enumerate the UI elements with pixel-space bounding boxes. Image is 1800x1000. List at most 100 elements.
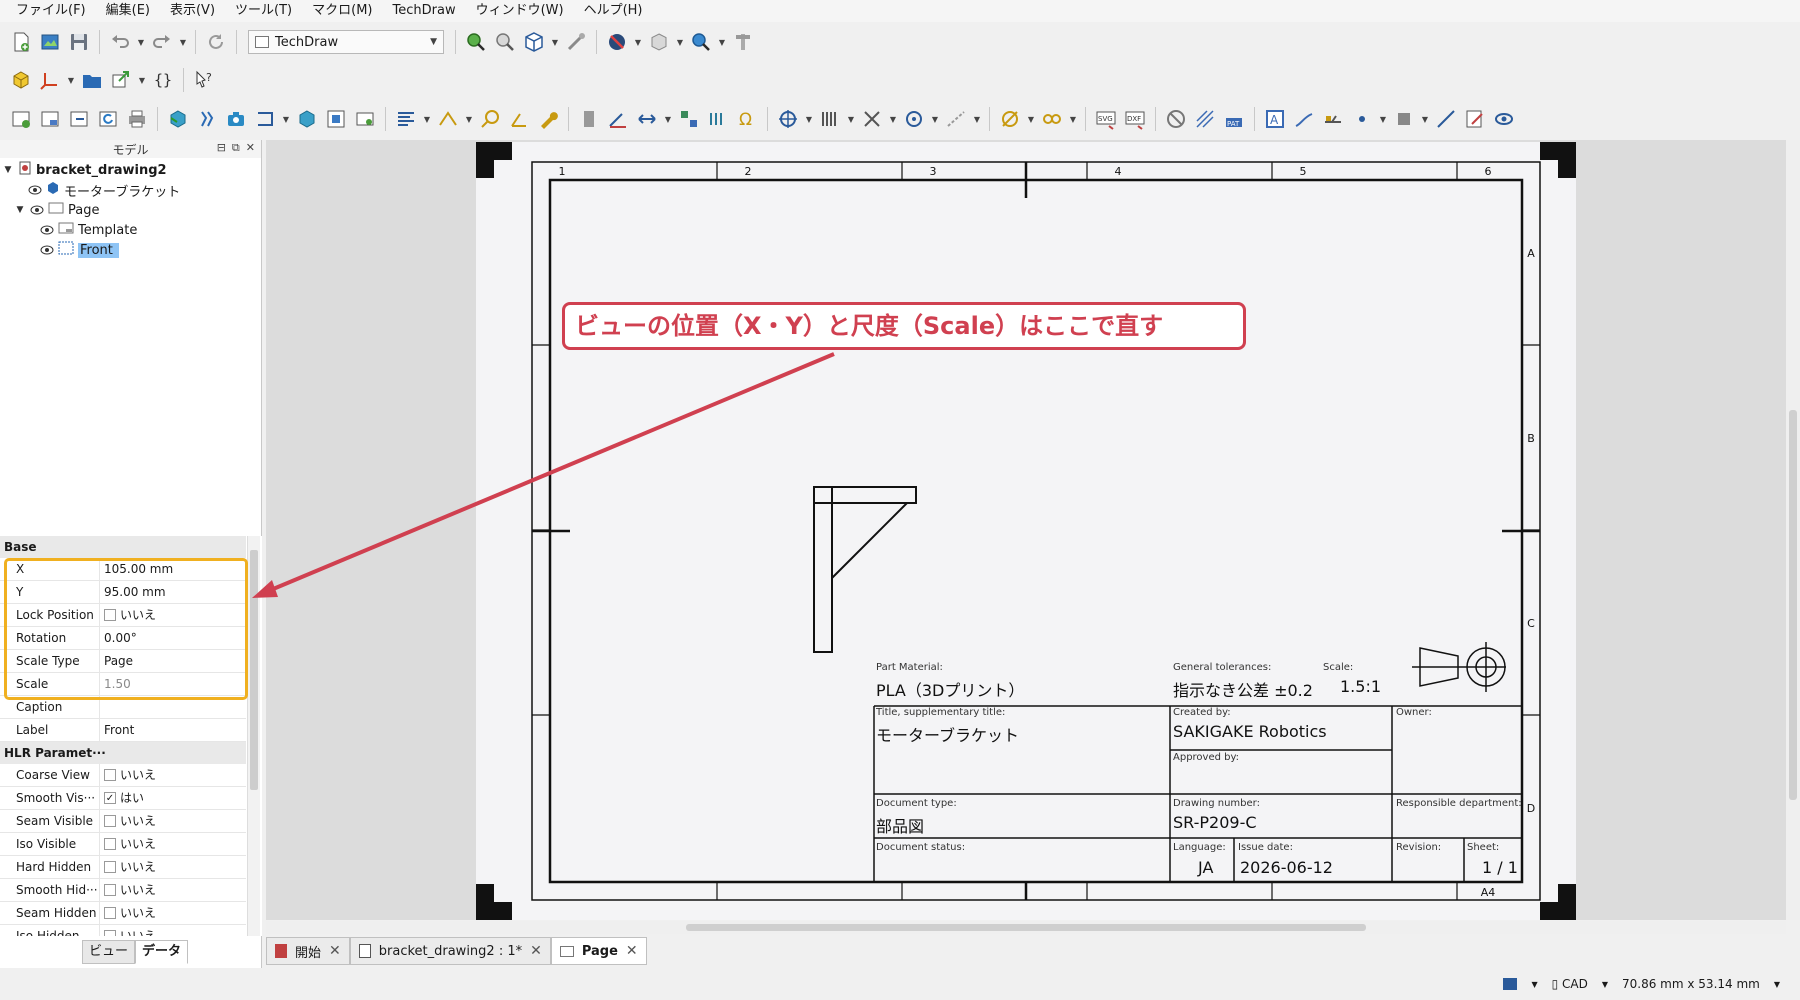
open-document-icon[interactable] xyxy=(37,29,63,55)
toggle-frames-icon[interactable] xyxy=(1163,106,1189,132)
checkbox[interactable] xyxy=(104,907,116,919)
prop-value[interactable]: いいえ xyxy=(100,833,246,855)
omega-icon[interactable]: Ω xyxy=(734,106,760,132)
eye-icon[interactable] xyxy=(40,223,54,237)
diameter-icon[interactable] xyxy=(997,106,1023,132)
leader-icon[interactable] xyxy=(605,106,631,132)
insert-view-icon[interactable] xyxy=(165,106,191,132)
prop-value[interactable]: Page xyxy=(100,650,246,672)
scroll-thumb[interactable] xyxy=(1789,410,1797,800)
cosmetic-cross-icon[interactable] xyxy=(859,106,885,132)
checkbox[interactable] xyxy=(104,769,116,781)
print-page-icon[interactable] xyxy=(124,106,150,132)
new-page-icon[interactable] xyxy=(8,106,34,132)
menu-help[interactable]: ヘルプ(H) xyxy=(574,0,653,22)
checkbox[interactable] xyxy=(104,884,116,896)
workbench-selector[interactable]: TechDraw ▼ xyxy=(248,30,444,54)
checkbox[interactable] xyxy=(104,930,116,936)
prop-value[interactable]: ✓ はい xyxy=(100,787,246,809)
weld-symbol-icon[interactable] xyxy=(1320,106,1346,132)
fit-selection-icon[interactable] xyxy=(492,29,518,55)
broken-view-icon[interactable] xyxy=(194,106,220,132)
chevron-down-icon[interactable]: ▼ xyxy=(1774,980,1780,989)
align-dropdown-icon[interactable]: ▼ xyxy=(422,106,432,132)
midpoint-dropdown-icon[interactable]: ▼ xyxy=(1420,106,1430,132)
undo-icon[interactable] xyxy=(107,29,133,55)
prop-value[interactable]: 0.00° xyxy=(100,627,246,649)
clip-group-icon[interactable] xyxy=(323,106,349,132)
vertex-dropdown-icon[interactable]: ▼ xyxy=(1378,106,1388,132)
vertical-scrollbar[interactable] xyxy=(1786,140,1800,920)
angle-icon[interactable] xyxy=(506,106,532,132)
float-icon[interactable]: ⧉ xyxy=(232,141,240,155)
prop-row-hard-hidden[interactable]: Hard Hidden いいえ xyxy=(0,856,246,879)
prop-row-smooth-hidden[interactable]: Smooth Hid··· いいえ xyxy=(0,879,246,902)
checkbox[interactable] xyxy=(104,609,116,621)
page-template-icon[interactable] xyxy=(37,106,63,132)
tab-start[interactable]: 開始 ✕ xyxy=(266,937,350,965)
prop-value[interactable] xyxy=(100,696,246,718)
part-icon[interactable] xyxy=(8,67,34,93)
symbol-icon[interactable] xyxy=(352,106,378,132)
prop-row-scale-type[interactable]: Scale Type Page xyxy=(0,650,246,673)
menu-tools[interactable]: ツール(T) xyxy=(225,0,302,22)
chain-dims-icon[interactable] xyxy=(705,106,731,132)
center-mark-icon[interactable] xyxy=(775,106,801,132)
prop-group-hlr[interactable]: HLR Paramet··· xyxy=(0,742,246,764)
prop-value[interactable]: 105.00 mm xyxy=(100,558,246,580)
tab-view[interactable]: ビュー xyxy=(82,940,136,964)
pat-hatch-icon[interactable]: PAT xyxy=(1221,106,1247,132)
active-view-icon[interactable] xyxy=(223,106,249,132)
circle-centerline-icon[interactable] xyxy=(901,106,927,132)
prop-row-x[interactable]: X 105.00 mm xyxy=(0,558,246,581)
menu-view[interactable]: 表示(V) xyxy=(160,0,225,22)
tree-item-front-view[interactable]: Front xyxy=(40,240,119,260)
zoom-dropdown-icon[interactable]: ▼ xyxy=(717,29,727,55)
close-tab-icon[interactable]: ✕ xyxy=(530,943,542,959)
prop-value[interactable]: いいえ xyxy=(100,856,246,878)
prop-row-scale[interactable]: Scale 1.50 xyxy=(0,673,246,696)
diameter-dropdown-icon[interactable]: ▼ xyxy=(1026,106,1036,132)
prop-value[interactable]: いいえ xyxy=(100,879,246,901)
extend-lines-icon[interactable] xyxy=(676,106,702,132)
annotation-icon[interactable]: A xyxy=(1262,106,1288,132)
prop-row-seam-hidden[interactable]: Seam Hidden いいえ xyxy=(0,902,246,925)
prop-row-caption[interactable]: Caption xyxy=(0,696,246,719)
menu-edit[interactable]: 編集(E) xyxy=(96,0,160,22)
eye-icon[interactable] xyxy=(40,243,54,257)
section-dropdown-icon[interactable]: ▼ xyxy=(281,106,291,132)
rich-leader-icon[interactable] xyxy=(1291,106,1317,132)
circle-dropdown-icon[interactable]: ▼ xyxy=(930,106,940,132)
redraw-page-icon[interactable] xyxy=(66,106,92,132)
dimension-dropdown-icon[interactable]: ▼ xyxy=(464,106,474,132)
menu-file[interactable]: ファイル(F) xyxy=(6,0,96,22)
prop-value[interactable]: 1.50 xyxy=(100,673,246,695)
cosmetic-line-icon[interactable] xyxy=(1433,106,1459,132)
edit-line-icon[interactable] xyxy=(1462,106,1488,132)
view-cube-status-icon[interactable] xyxy=(1503,978,1518,990)
prop-row-iso-hidden[interactable]: Iso Hidden いいえ xyxy=(0,925,246,936)
prop-value[interactable]: いいえ xyxy=(100,902,246,924)
geom-hatch-icon[interactable] xyxy=(1192,106,1218,132)
checkbox[interactable] xyxy=(104,861,116,873)
checkbox-checked[interactable]: ✓ xyxy=(104,792,116,804)
chevron-down-icon[interactable]: ▼ xyxy=(1602,980,1608,989)
axis-dropdown-icon[interactable]: ▼ xyxy=(66,67,76,93)
repeated-dim-icon[interactable] xyxy=(1039,106,1065,132)
hatch-icon[interactable] xyxy=(817,106,843,132)
collapse-icon[interactable]: ⊟ xyxy=(217,141,226,155)
prop-group-base[interactable]: Base xyxy=(0,536,246,558)
tree-item-document[interactable]: ▼ bracket_drawing2 xyxy=(2,160,167,180)
link-icon[interactable] xyxy=(108,67,134,93)
measure-icon[interactable] xyxy=(563,29,589,55)
eye-icon[interactable] xyxy=(30,203,44,217)
collapse-arrow-icon[interactable]: ▼ xyxy=(2,165,14,175)
close-tab-icon[interactable]: ✕ xyxy=(329,943,341,959)
export-dxf-icon[interactable]: DXF xyxy=(1122,106,1148,132)
undo-dropdown-icon[interactable]: ▼ xyxy=(136,29,146,55)
repeated-dropdown-icon[interactable]: ▼ xyxy=(1068,106,1078,132)
prop-row-seam-visible[interactable]: Seam Visible いいえ xyxy=(0,810,246,833)
tree-item-part[interactable]: モーターブラケット xyxy=(28,180,180,200)
align-icon[interactable] xyxy=(393,106,419,132)
box-selection-icon[interactable] xyxy=(646,29,672,55)
